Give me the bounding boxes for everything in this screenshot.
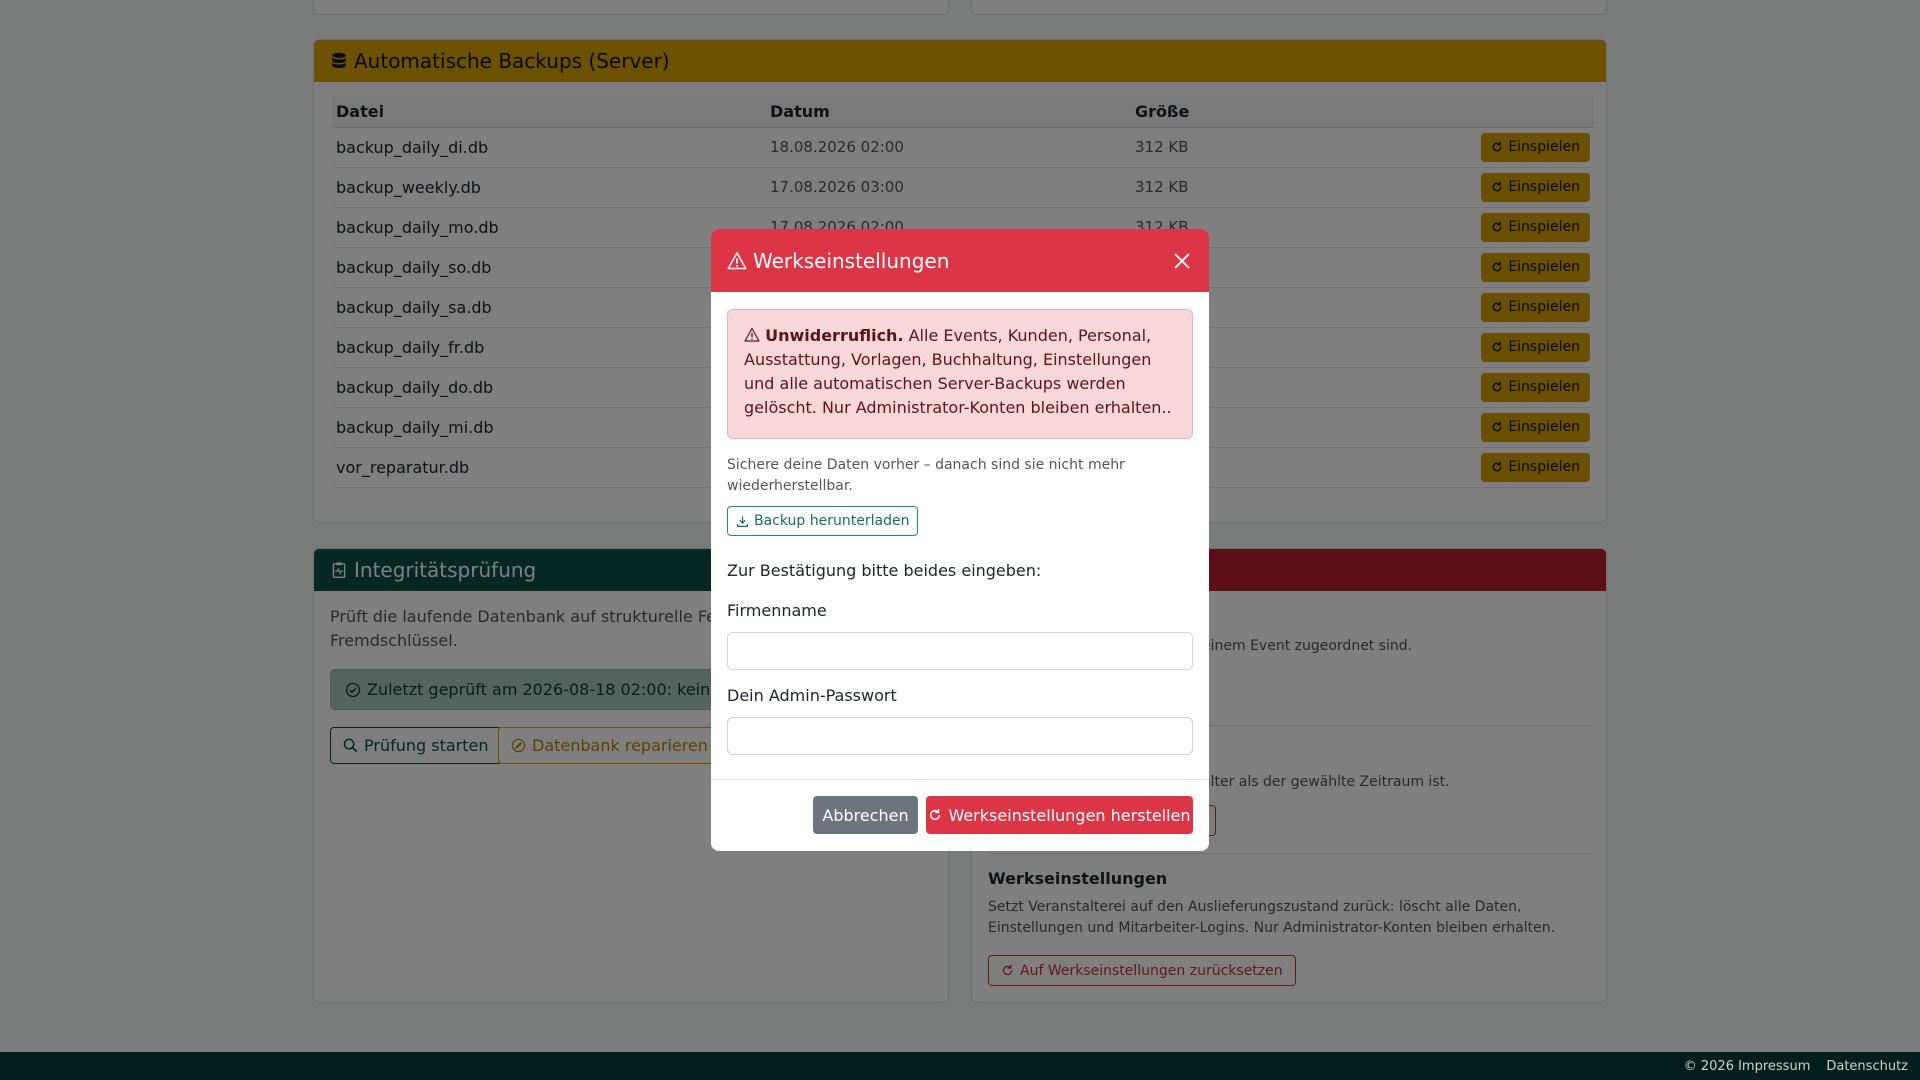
modal-header: Werkseinstellungen [711, 229, 1209, 292]
backup-hint: Sichere deine Daten vorher – danach sind… [727, 457, 1125, 494]
irreversible-warning-alert: Unwiderruflich. Alle Events, Kunden, Per… [727, 309, 1193, 439]
company-name-input[interactable] [727, 632, 1193, 670]
download-icon [737, 516, 748, 527]
company-name-label: Firmenname [727, 601, 827, 620]
modal-footer: Abbrechen Werkseinstellungen herstellen [711, 779, 1209, 851]
warning-triangle-icon [727, 251, 747, 269]
warning-triangle-icon [744, 327, 760, 342]
footer-impressum-link[interactable]: © 2026 Impressum [1684, 1059, 1811, 1074]
admin-password-label: Dein Admin-Passwort [727, 686, 897, 705]
close-icon[interactable] [1171, 250, 1193, 272]
factory-reset-modal: Werkseinstellungen Unwiderruflich. Alle … [711, 229, 1209, 851]
confirm-prompt: Zur Bestätigung bitte beides eingeben: [727, 561, 1042, 580]
footer-privacy-link[interactable]: Datenschutz [1826, 1059, 1908, 1074]
modal-title: Werkseinstellungen [753, 248, 950, 273]
download-backup-button[interactable]: Backup herunterladen [727, 506, 919, 536]
warning-strong: Unwiderruflich. [765, 326, 904, 345]
confirm-reset-button[interactable]: Werkseinstellungen herstellen [926, 796, 1193, 834]
admin-password-input[interactable] [727, 717, 1193, 755]
cancel-button[interactable]: Abbrechen [813, 796, 918, 834]
rotate-icon [930, 808, 941, 821]
